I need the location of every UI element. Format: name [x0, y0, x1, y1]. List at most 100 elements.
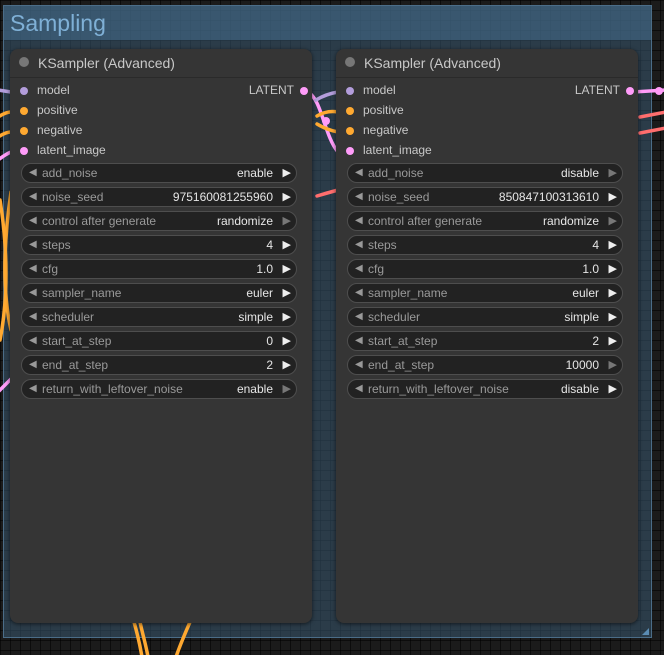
- input-label: positive: [363, 103, 404, 117]
- ksampler-advanced-node-1[interactable]: KSampler (Advanced) model positive negative…: [10, 49, 312, 623]
- increment-arrow-icon[interactable]: ▶: [283, 166, 291, 179]
- decrement-arrow-icon[interactable]: ◀: [355, 167, 363, 178]
- widget-sampler-name[interactable]: ◀ sampler_name euler ▶: [21, 283, 297, 303]
- input-connector-icon[interactable]: [346, 107, 354, 115]
- increment-arrow-icon[interactable]: ▶: [283, 238, 291, 251]
- increment-arrow-icon[interactable]: ▶: [609, 238, 617, 251]
- widget-value: enable: [236, 166, 273, 180]
- increment-arrow-icon[interactable]: ▶: [609, 334, 617, 347]
- input-slot-model[interactable]: model: [20, 81, 170, 101]
- widget-cfg[interactable]: ◀ cfg 1.0 ▶: [21, 259, 297, 279]
- widget-end-at-step[interactable]: ◀ end_at_step 2 ▶: [21, 355, 297, 375]
- widget-label: sampler_name: [368, 286, 448, 300]
- increment-arrow-icon[interactable]: ▶: [283, 190, 291, 203]
- widget-steps[interactable]: ◀ steps 4 ▶: [21, 235, 297, 255]
- decrement-arrow-icon[interactable]: ◀: [355, 335, 363, 346]
- widget-cfg[interactable]: ◀ cfg 1.0 ▶: [347, 259, 623, 279]
- input-slot-latent-image[interactable]: latent_image: [346, 141, 496, 161]
- decrement-arrow-icon[interactable]: ◀: [29, 215, 37, 226]
- output-connector-icon[interactable]: [626, 87, 634, 95]
- widget-label: add_noise: [368, 166, 424, 180]
- decrement-arrow-icon[interactable]: ◀: [29, 383, 37, 394]
- collapse-toggle-icon[interactable]: [19, 57, 29, 67]
- decrement-arrow-icon[interactable]: ◀: [29, 311, 37, 322]
- increment-arrow-icon[interactable]: ▶: [283, 262, 291, 275]
- ksampler-advanced-node-2[interactable]: KSampler (Advanced) model positive negative…: [336, 49, 638, 623]
- widget-control-after-generate[interactable]: ◀ control after generate randomize ▶: [347, 211, 623, 231]
- widget-scheduler[interactable]: ◀ scheduler simple ▶: [21, 307, 297, 327]
- widget-end-at-step[interactable]: ◀ end_at_step 10000 ▶: [347, 355, 623, 375]
- decrement-arrow-icon[interactable]: ◀: [355, 239, 363, 250]
- decrement-arrow-icon[interactable]: ◀: [29, 191, 37, 202]
- input-slot-negative[interactable]: negative: [20, 121, 170, 141]
- input-connector-icon[interactable]: [20, 107, 28, 115]
- widget-start-at-step[interactable]: ◀ start_at_step 2 ▶: [347, 331, 623, 351]
- increment-arrow-icon[interactable]: ▶: [609, 214, 617, 227]
- increment-arrow-icon[interactable]: ▶: [283, 214, 291, 227]
- increment-arrow-icon[interactable]: ▶: [283, 382, 291, 395]
- input-slot-positive[interactable]: positive: [20, 101, 170, 121]
- increment-arrow-icon[interactable]: ▶: [609, 190, 617, 203]
- input-connector-icon[interactable]: [20, 147, 28, 155]
- input-label: negative: [363, 123, 409, 137]
- input-connector-icon[interactable]: [20, 127, 28, 135]
- widget-noise-seed[interactable]: ◀ noise_seed 850847100313610 ▶: [347, 187, 623, 207]
- increment-arrow-icon[interactable]: ▶: [283, 286, 291, 299]
- widget-return-with-leftover-noise[interactable]: ◀ return_with_leftover_noise enable ▶: [21, 379, 297, 399]
- decrement-arrow-icon[interactable]: ◀: [355, 359, 363, 370]
- widget-scheduler[interactable]: ◀ scheduler simple ▶: [347, 307, 623, 327]
- increment-arrow-icon[interactable]: ▶: [609, 310, 617, 323]
- input-slot-latent-image[interactable]: latent_image: [20, 141, 170, 161]
- node-title: KSampler (Advanced): [364, 55, 501, 71]
- decrement-arrow-icon[interactable]: ◀: [355, 311, 363, 322]
- widget-sampler-name[interactable]: ◀ sampler_name euler ▶: [347, 283, 623, 303]
- decrement-arrow-icon[interactable]: ◀: [29, 359, 37, 370]
- increment-arrow-icon[interactable]: ▶: [609, 166, 617, 179]
- widget-steps[interactable]: ◀ steps 4 ▶: [347, 235, 623, 255]
- widget-start-at-step[interactable]: ◀ start_at_step 0 ▶: [21, 331, 297, 351]
- output-slot-latent[interactable]: LATENT: [188, 81, 308, 101]
- output-slot-latent[interactable]: LATENT: [514, 81, 634, 101]
- node-header[interactable]: KSampler (Advanced): [10, 49, 312, 77]
- widget-add-noise[interactable]: ◀ add_noise disable ▶: [347, 163, 623, 183]
- input-slot-positive[interactable]: positive: [346, 101, 496, 121]
- widget-add-noise[interactable]: ◀ add_noise enable ▶: [21, 163, 297, 183]
- increment-arrow-icon[interactable]: ▶: [609, 286, 617, 299]
- increment-arrow-icon[interactable]: ▶: [609, 262, 617, 275]
- latent-output-link-dot: [655, 87, 663, 95]
- increment-arrow-icon[interactable]: ▶: [609, 382, 617, 395]
- widget-label: control after generate: [42, 214, 157, 228]
- decrement-arrow-icon[interactable]: ◀: [355, 191, 363, 202]
- decrement-arrow-icon[interactable]: ◀: [29, 335, 37, 346]
- collapse-toggle-icon[interactable]: [345, 57, 355, 67]
- input-slot-model[interactable]: model: [346, 81, 496, 101]
- increment-arrow-icon[interactable]: ▶: [283, 358, 291, 371]
- widget-value: randomize: [542, 214, 599, 228]
- node-header[interactable]: KSampler (Advanced): [336, 49, 638, 77]
- input-connector-icon[interactable]: [346, 147, 354, 155]
- decrement-arrow-icon[interactable]: ◀: [29, 263, 37, 274]
- input-label: model: [363, 83, 396, 97]
- increment-arrow-icon[interactable]: ▶: [609, 358, 617, 371]
- decrement-arrow-icon[interactable]: ◀: [29, 167, 37, 178]
- increment-arrow-icon[interactable]: ▶: [283, 334, 291, 347]
- widget-label: steps: [42, 238, 71, 252]
- input-slot-negative[interactable]: negative: [346, 121, 496, 141]
- node-title: KSampler (Advanced): [38, 55, 175, 71]
- decrement-arrow-icon[interactable]: ◀: [355, 215, 363, 226]
- decrement-arrow-icon[interactable]: ◀: [355, 383, 363, 394]
- widget-control-after-generate[interactable]: ◀ control after generate randomize ▶: [21, 211, 297, 231]
- widget-return-with-leftover-noise[interactable]: ◀ return_with_leftover_noise disable ▶: [347, 379, 623, 399]
- decrement-arrow-icon[interactable]: ◀: [29, 239, 37, 250]
- input-connector-icon[interactable]: [346, 87, 354, 95]
- output-connector-icon[interactable]: [300, 87, 308, 95]
- input-connector-icon[interactable]: [346, 127, 354, 135]
- widget-noise-seed[interactable]: ◀ noise_seed 975160081255960 ▶: [21, 187, 297, 207]
- output-label: LATENT: [248, 83, 294, 97]
- decrement-arrow-icon[interactable]: ◀: [29, 287, 37, 298]
- widget-value: simple: [238, 310, 273, 324]
- input-connector-icon[interactable]: [20, 87, 28, 95]
- increment-arrow-icon[interactable]: ▶: [283, 310, 291, 323]
- decrement-arrow-icon[interactable]: ◀: [355, 263, 363, 274]
- decrement-arrow-icon[interactable]: ◀: [355, 287, 363, 298]
